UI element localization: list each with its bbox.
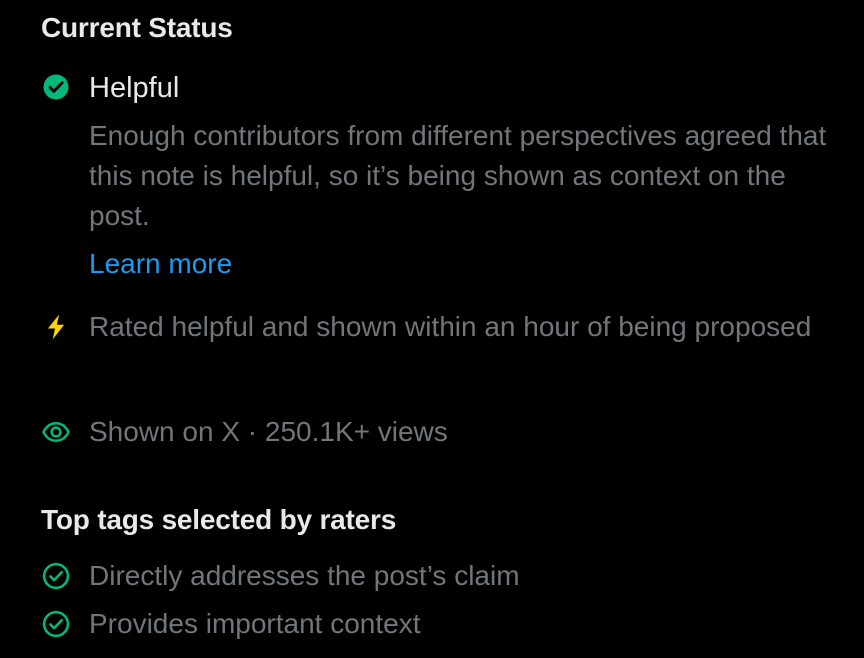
tag-label: Directly addresses the post’s claim xyxy=(89,560,520,591)
top-tags-heading: Top tags selected by raters xyxy=(41,504,397,535)
rated-fast-text: Rated helpful and shown within an hour o… xyxy=(89,311,812,342)
eye-icon xyxy=(41,417,71,447)
check-circle-outline-icon xyxy=(41,609,71,639)
status-label: Helpful xyxy=(89,72,180,104)
current-status-heading: Current Status xyxy=(41,12,233,43)
check-circle-filled-icon xyxy=(41,72,71,102)
views-text: Shown on X · 250.1K+ views xyxy=(89,416,448,447)
learn-more-link[interactable]: Learn more xyxy=(89,244,232,284)
tag-label: Provides important context xyxy=(89,608,421,639)
status-description: Enough contributors from different persp… xyxy=(89,120,827,231)
check-circle-outline-icon xyxy=(41,561,71,591)
lightning-icon xyxy=(41,312,71,342)
